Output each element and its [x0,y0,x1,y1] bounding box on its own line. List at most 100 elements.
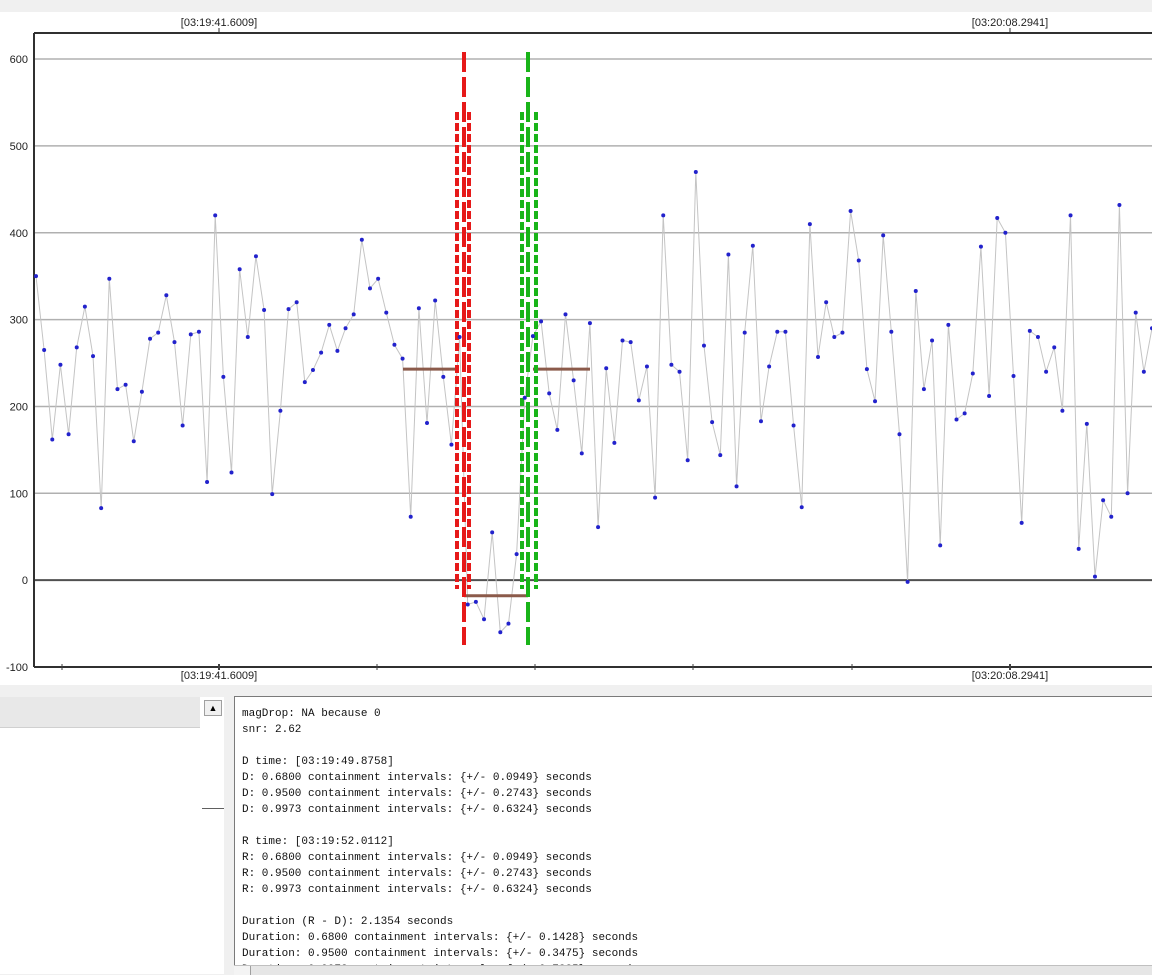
plot-panel[interactable]: 600 500 400 300 200 100 0 -100 [03:19:41.6009] … [0,12,1152,685]
grid-lines [34,58,1152,582]
data-point [490,530,495,535]
data-point [50,437,55,442]
data-point [82,304,87,309]
data-point [245,334,250,339]
data-point [970,371,975,376]
data-point [799,505,804,510]
data-point [302,380,307,385]
data-point [376,276,381,281]
data-point [1019,520,1024,525]
data-point [286,307,291,312]
data-point [278,408,283,413]
data-point [987,394,992,399]
data-point [351,312,356,317]
y-tick-label: 600 [10,54,28,66]
data-point [139,389,144,394]
output-blank-line [242,898,1152,914]
d-marker[interactable] [455,52,471,645]
data-point [677,369,682,374]
data-point [457,334,462,339]
data-point [473,599,478,604]
data-point [636,398,641,403]
data-point [726,252,731,257]
data-point [343,326,348,331]
data-point [539,319,544,324]
list-item[interactable] [0,697,200,728]
data-point [1109,514,1114,519]
data-point [196,329,201,334]
data-point [555,427,560,432]
results-output-panel[interactable]: magDrop: NA because 0 snr: 2.62 D time: [0… [234,696,1152,974]
data-point [441,374,446,379]
data-point [832,334,837,339]
data-point [213,213,218,218]
output-line: magDrop: NA because 0 [242,708,381,720]
data-point [425,420,430,425]
series-line [35,171,1152,634]
data-point [563,312,568,317]
data-point [482,617,487,622]
data-point [514,552,519,557]
data-point [962,411,967,416]
output-line: Duration: 0.6800 containment intervals: … [242,932,639,944]
y-tick-label: 300 [10,315,28,327]
output-line: R time: [03:19:52.0112] [242,836,394,848]
output-text: magDrop: NA because 0 snr: 2.62 D time: [0… [242,706,1152,974]
series-polyline [35,171,1152,634]
data-point [58,362,63,367]
data-point [498,630,503,635]
data-point [824,300,829,305]
data-point [1060,408,1065,413]
scroll-up-button[interactable]: ▲ [204,700,222,716]
data-point [628,340,633,345]
timestamp-top-left: [03:19:41.6009] [181,17,257,29]
timestamp-top-right: [03:20:08.2941] [972,17,1048,29]
output-blank-line [242,738,1152,754]
data-point [1027,328,1032,333]
data-point [921,387,926,392]
data-point [1068,213,1073,218]
data-point [1117,202,1122,207]
data-point [807,222,812,227]
data-point [750,243,755,248]
data-point [604,366,609,371]
detection-markers[interactable] [455,52,538,645]
plot-frame [33,28,1152,668]
data-point [384,310,389,315]
baseline-levels [403,367,590,598]
data-point [775,329,780,334]
data-point [205,480,210,485]
data-point [310,367,315,372]
data-point [791,423,796,428]
data-point [620,338,625,343]
y-tick-label: 0 [22,575,28,587]
data-point [742,330,747,335]
data-point [433,298,438,303]
data-point [938,543,943,548]
data-point [66,432,71,437]
data-point [253,254,258,259]
y-tick-label: 200 [10,401,28,413]
output-line: D: 0.9500 containment intervals: {+/- 0.… [242,788,592,800]
data-point [954,417,959,422]
data-point [1133,310,1138,315]
object-list-panel[interactable] [0,697,224,974]
data-point [359,237,364,242]
output-line: Duration: 0.9500 containment intervals: … [242,948,639,960]
data-point [783,329,788,334]
data-point [718,453,723,458]
r-marker[interactable] [520,52,538,645]
data-point [172,340,177,345]
y-tick-label: 100 [10,488,28,500]
data-point [1141,369,1146,374]
data-point [319,350,324,355]
data-point [547,391,552,396]
data-point [685,458,690,463]
data-point [758,419,763,424]
data-point [1125,491,1130,496]
lightcurve-chart[interactable]: 6005004003002001000-100 [03:19:41.6009] … [0,12,1152,685]
data-point [522,395,527,400]
data-point [701,343,706,348]
data-point [91,354,96,359]
data-point [416,306,421,311]
